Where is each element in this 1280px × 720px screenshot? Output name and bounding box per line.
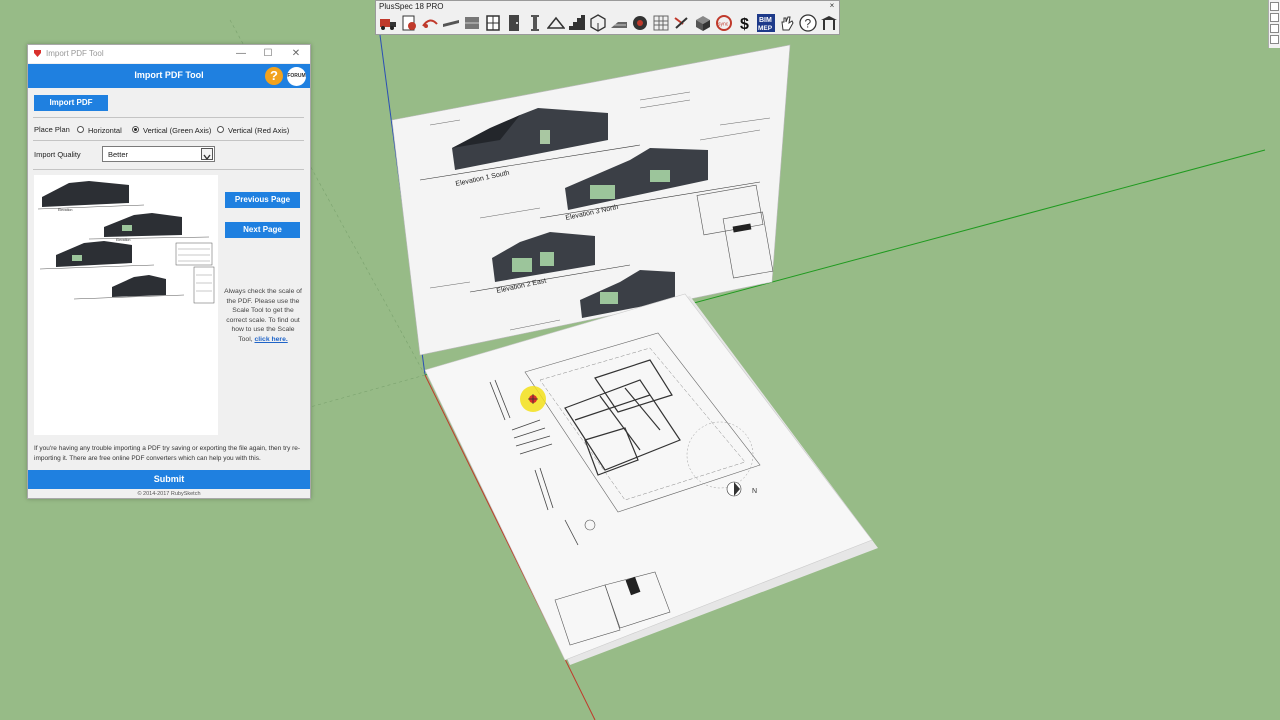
pdf-icon[interactable] [399, 12, 419, 34]
scale-note-text: Always check the scale of the PDF. Pleas… [224, 288, 302, 343]
help-icon[interactable]: ? [798, 12, 818, 34]
submit-button[interactable]: Submit [28, 470, 310, 489]
svg-text:MEP: MEP [758, 25, 773, 32]
preview-elevation-label: Elevation [58, 208, 72, 212]
door-icon[interactable] [504, 12, 524, 34]
import-quality-value: Better [108, 150, 129, 159]
window-icon[interactable] [483, 12, 503, 34]
wall-icon[interactable] [462, 12, 482, 34]
svg-text:BIM: BIM [759, 17, 772, 24]
copyright-text: © 2014-2017 RubySketch [137, 491, 201, 497]
minimize-button[interactable]: — [234, 47, 248, 61]
pdf-page-preview: Elevation Elevation [34, 175, 218, 435]
toolbar-close-button[interactable]: × [827, 1, 837, 10]
import-quality-label: Import Quality [34, 150, 81, 159]
trouble-note: If you're having any trouble importing a… [34, 445, 301, 462]
plusspec-toolbar: PlusSpec 18 PRO × sync $ BIM MEP ? [375, 0, 840, 35]
scale-help-link[interactable]: click here. [254, 336, 287, 343]
svg-text:$: $ [740, 16, 749, 32]
side-tool-1-icon[interactable] [1270, 2, 1279, 11]
radio-horizontal-label[interactable]: Horizontal [88, 126, 122, 135]
svg-text:sync: sync [718, 22, 729, 28]
render-icon[interactable] [630, 12, 650, 34]
app-icon [34, 50, 41, 57]
close-button[interactable]: ✕ [289, 47, 303, 61]
import-pdf-button[interactable]: Import PDF [34, 95, 108, 111]
maximize-button[interactable]: ☐ [261, 47, 275, 61]
svg-text:Elevation: Elevation [116, 238, 130, 242]
radio-vertical-green-label[interactable]: Vertical (Green Axis) [143, 126, 211, 135]
radio-vertical-green[interactable] [132, 126, 139, 133]
wand-icon[interactable] [420, 12, 440, 34]
scale-note: Always check the scale of the PDF. Pleas… [224, 287, 302, 345]
help-button[interactable]: ? [265, 67, 283, 85]
dialog-window-title: Import PDF Tool [46, 49, 104, 58]
side-tool-2-icon[interactable] [1270, 13, 1279, 22]
chevron-down-icon[interactable] [201, 148, 213, 161]
separator [33, 169, 304, 170]
toolbar-title: PlusSpec 18 PRO [379, 2, 444, 11]
truck-icon[interactable] [378, 12, 398, 34]
import-pdf-dialog: Import PDF Tool — ☐ ✕ Import PDF Tool ? … [27, 44, 311, 499]
place-plan-label: Place Plan [34, 125, 70, 134]
slab-icon[interactable] [609, 12, 629, 34]
dialog-titlebar[interactable]: Import PDF Tool — ☐ ✕ [28, 45, 310, 63]
cube-icon[interactable] [588, 12, 608, 34]
sync-icon[interactable]: sync [714, 12, 734, 34]
separator [33, 117, 304, 118]
svg-text:?: ? [805, 17, 812, 31]
box-icon[interactable] [693, 12, 713, 34]
radio-vertical-red[interactable] [217, 126, 224, 133]
previous-page-button[interactable]: Previous Page [225, 192, 300, 208]
beam-icon[interactable] [441, 12, 461, 34]
side-tool-4-icon[interactable] [1270, 35, 1279, 44]
separator [33, 140, 304, 141]
import-quality-select[interactable]: Better [102, 146, 215, 162]
tools-icon[interactable] [672, 12, 692, 34]
stair-icon[interactable] [567, 12, 587, 34]
next-page-button[interactable]: Next Page [225, 222, 300, 238]
roof-icon[interactable] [546, 12, 566, 34]
shed-icon[interactable] [819, 12, 839, 34]
forum-button[interactable]: FORUM [287, 67, 306, 86]
radio-horizontal[interactable] [77, 126, 84, 133]
hand-icon[interactable] [777, 12, 797, 34]
side-toolbar [1268, 0, 1280, 48]
grid-icon[interactable] [651, 12, 671, 34]
north-label: N [752, 488, 757, 495]
bim-icon[interactable]: BIM MEP [756, 12, 776, 34]
dollar-icon[interactable]: $ [735, 12, 755, 34]
side-tool-3-icon[interactable] [1270, 24, 1279, 33]
dialog-header: Import PDF Tool ? FORUM [28, 64, 310, 88]
radio-vertical-red-label[interactable]: Vertical (Red Axis) [228, 126, 289, 135]
column-icon[interactable] [525, 12, 545, 34]
